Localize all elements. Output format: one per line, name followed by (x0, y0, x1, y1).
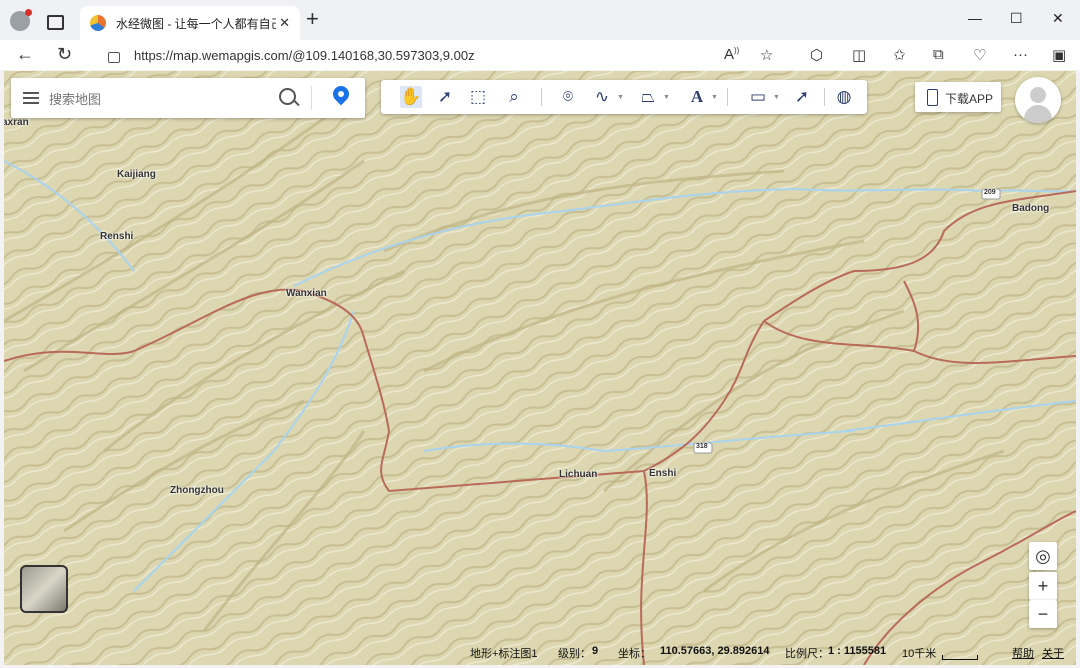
collections-icon[interactable]: ⧉ (933, 46, 944, 63)
url-text: https://map.wemapgis.com/@109.140168,30.… (134, 47, 475, 63)
coord-label: 坐标： (618, 648, 651, 660)
phone-icon (927, 89, 938, 106)
about-link[interactable]: 关于 (1042, 645, 1064, 661)
new-tab-icon[interactable]: + (306, 6, 319, 32)
map-label-lichuan: Lichuan (559, 469, 598, 480)
basemap-switcher[interactable] (20, 565, 68, 613)
browser-tab-bar: 水经微图 - 让每一个人都有自己的地图 ✕ + — ☐ ✕ (0, 0, 1080, 40)
divider (824, 88, 825, 106)
download-app-label: 下载APP (945, 92, 994, 106)
map-label-wanxian: Wanxian (286, 288, 327, 299)
layer-name: 地形+标注图1 (470, 648, 538, 660)
map-label-kaijiang: Kaijiang (117, 169, 156, 180)
favicon-icon (90, 15, 106, 31)
sidebar-toggle-icon[interactable]: ▣ (1052, 46, 1066, 64)
tab-actions-icon[interactable] (47, 15, 64, 30)
divider (541, 88, 542, 106)
address-bar: ← ↻ https://map.wemapgis.com/@109.140168… (0, 40, 1080, 70)
user-avatar[interactable] (1015, 77, 1061, 123)
search-box (11, 78, 365, 118)
level-label: 级别： (558, 648, 591, 660)
map-label-renshi: Renshi (100, 231, 134, 242)
scale-value: 1 : 1155581 (828, 645, 887, 657)
avatar-head (1030, 87, 1046, 103)
help-link[interactable]: 帮助 (1012, 645, 1034, 661)
road-badge-209: 209 (984, 189, 996, 196)
terrain-layer (4, 71, 1076, 665)
close-tab-icon[interactable]: ✕ (279, 15, 290, 31)
split-screen-icon[interactable]: ◫ (852, 46, 866, 64)
chevron-down-icon[interactable]: ▼ (663, 94, 670, 101)
scale-bar (942, 655, 978, 660)
locate-me-icon[interactable]: ◎ (1029, 542, 1057, 570)
zoom-in-button[interactable]: + (1029, 572, 1057, 600)
search-icon[interactable] (279, 88, 296, 105)
zoom-area-icon[interactable]: ⌕ (503, 86, 525, 108)
chevron-down-icon[interactable]: ▼ (773, 94, 780, 101)
chevron-down-icon[interactable]: ▼ (711, 94, 718, 101)
download-app-button[interactable]: 下载APP (915, 82, 1001, 112)
map-canvas[interactable]: axran Kaijiang Renshi Wanxian Zhongzhou … (4, 71, 1076, 665)
map-toolbar: ✋ ➚ ⬚ ⌕ ⌾ ∿ ▼ ⏢ ▼ A ▼ ▭ ▼ ➚ ◍ (381, 80, 867, 114)
lock-icon (108, 51, 120, 63)
chevron-down-icon[interactable]: ▼ (617, 94, 624, 101)
identify-icon[interactable]: ➚ (791, 86, 813, 108)
zoom-out-button[interactable]: − (1029, 600, 1057, 628)
polygon-icon[interactable]: ⏢ (637, 86, 659, 108)
coord-value: 110.57663, 29.892614 (660, 645, 770, 657)
road-badge-318: 318 (696, 443, 708, 450)
globe-icon[interactable]: ◍ (833, 86, 855, 108)
map-label-zhongzhou: Zhongzhou (170, 485, 224, 496)
url-field[interactable]: https://map.wemapgis.com/@109.140168,30.… (92, 42, 792, 68)
back-icon[interactable]: ← (16, 44, 34, 65)
avatar-body (1024, 105, 1052, 123)
search-input[interactable] (47, 88, 271, 110)
map-label-enshi: Enshi (649, 468, 677, 479)
divider (311, 86, 312, 110)
window-close-icon[interactable]: ✕ (1052, 10, 1064, 27)
read-aloud-icon[interactable]: A)) (724, 46, 739, 63)
favorite-star-icon[interactable]: ☆ (760, 46, 773, 64)
text-icon[interactable]: A (686, 86, 708, 108)
divider (727, 88, 728, 106)
more-menu-icon[interactable]: ··· (1013, 46, 1028, 63)
location-pin-icon[interactable] (329, 82, 353, 106)
extensions-icon[interactable]: ⬡ (810, 46, 823, 64)
browser-essentials-icon[interactable]: ♡ (973, 46, 986, 64)
map-label-badong: Badong (1012, 203, 1050, 214)
refresh-icon[interactable]: ↻ (57, 44, 72, 65)
menu-icon[interactable] (23, 92, 39, 104)
polyline-icon[interactable]: ∿ (591, 86, 613, 108)
map-label-axran: axran (4, 117, 29, 128)
minimize-icon[interactable]: — (968, 10, 982, 26)
profile-icon[interactable] (10, 9, 32, 31)
level-value: 9 (592, 645, 599, 657)
scale-label: 比例尺： (785, 648, 829, 660)
box-select-icon[interactable]: ⬚ (467, 86, 489, 108)
select-arrow-icon[interactable]: ➚ (434, 86, 456, 108)
pan-hand-icon[interactable]: ✋ (400, 86, 422, 108)
scale-distance: 10千米 (902, 648, 937, 660)
browser-tab[interactable]: 水经微图 - 让每一个人都有自己的地图 ✕ (80, 6, 300, 40)
maximize-icon[interactable]: ☐ (1010, 10, 1023, 27)
marker-icon[interactable]: ⌾ (557, 86, 579, 108)
measure-icon[interactable]: ▭ (743, 86, 773, 108)
favorites-icon[interactable]: ✩ (893, 46, 906, 64)
tab-title: 水经微图 - 让每一个人都有自己的地图 (116, 16, 276, 31)
